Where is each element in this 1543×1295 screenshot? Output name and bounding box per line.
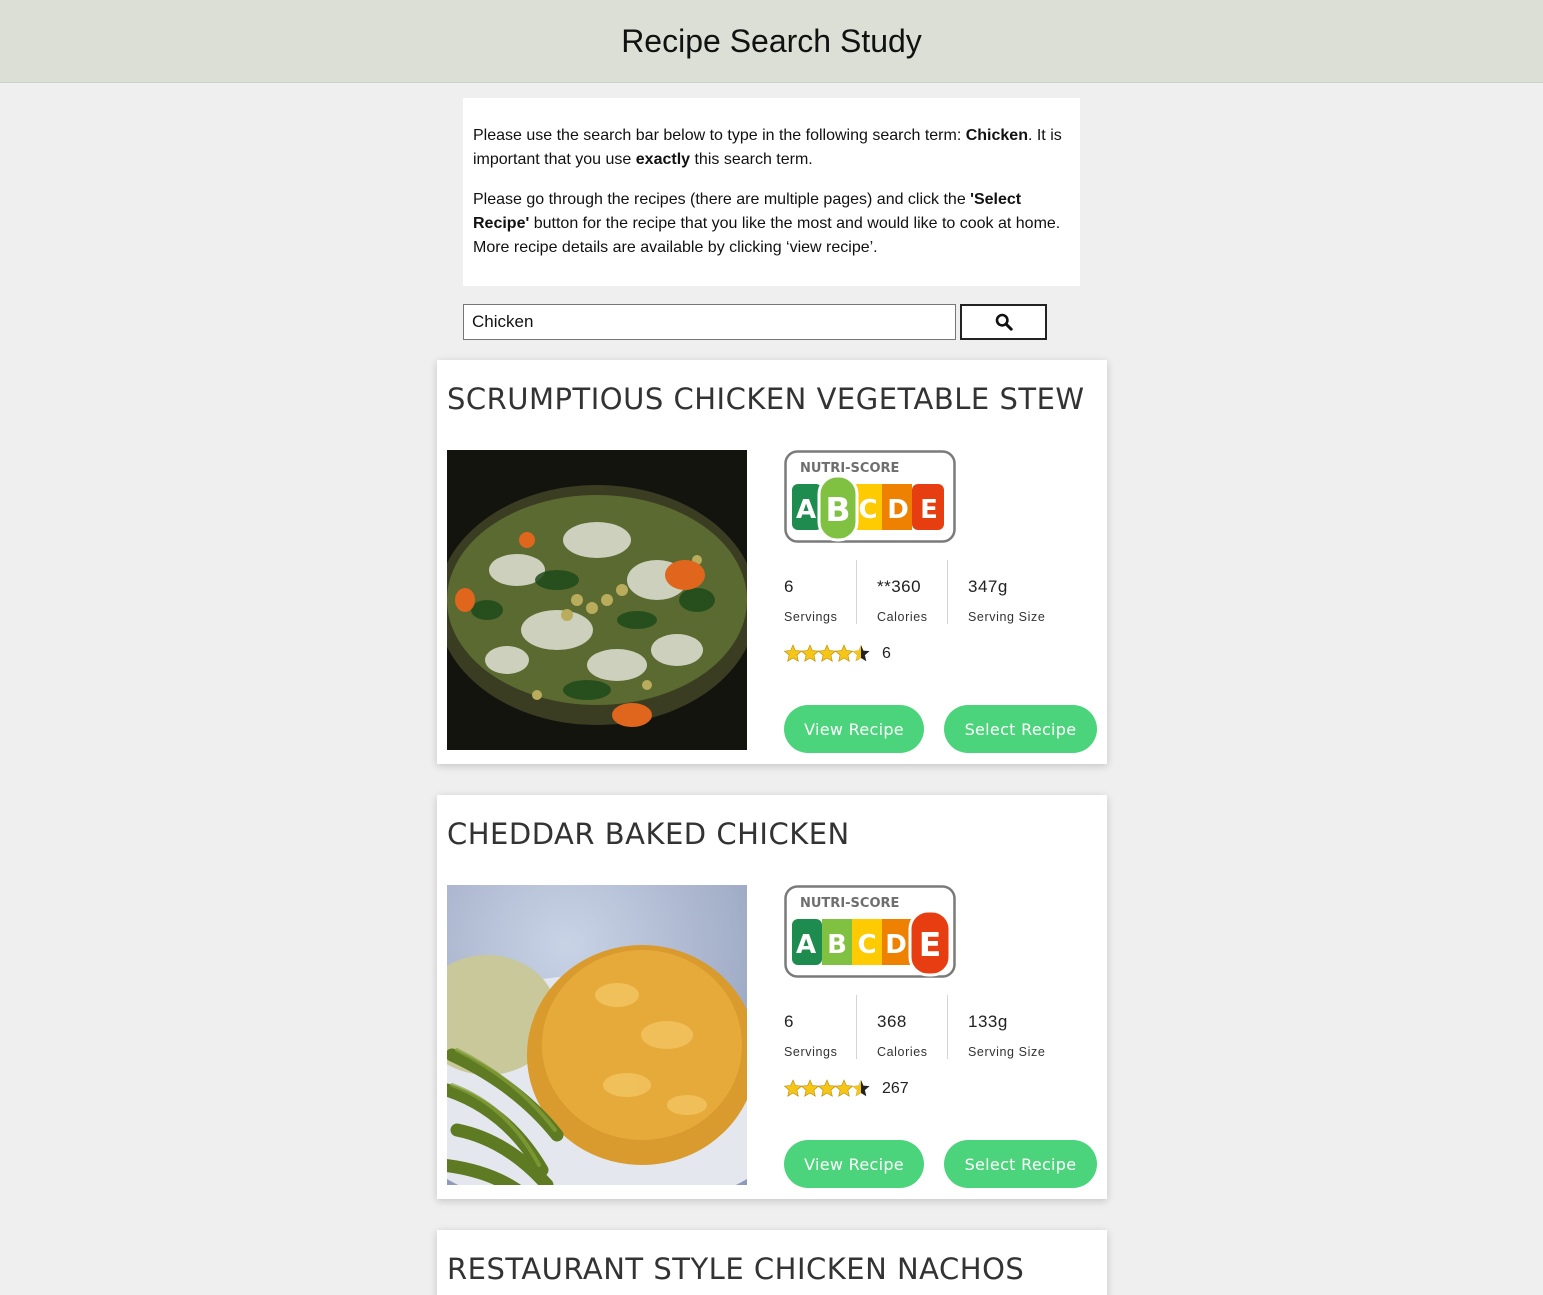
page: Recipe Search Study Please use the searc… (0, 0, 1543, 1295)
svg-text:B: B (825, 490, 850, 529)
recipe-card: SCRUMPTIOUS CHICKEN VEGETABLE STEW NUTRI… (437, 360, 1107, 764)
recipe-image[interactable] (447, 450, 747, 750)
recipe-card: RESTAURANT STYLE CHICKEN NACHOS (437, 1230, 1107, 1295)
recipe-image[interactable] (447, 885, 747, 1185)
exactly-emphasis: exactly (635, 151, 691, 168)
svg-text:A: A (796, 495, 816, 525)
instructions-paragraph-2: Please go through the recipes (there are… (473, 188, 1070, 260)
header-bar: Recipe Search Study (0, 0, 1543, 83)
view-recipe-button[interactable]: View Recipe (784, 705, 924, 753)
instructions-text: Please use the search bar below to type … (473, 127, 966, 144)
view-recipe-button[interactable]: View Recipe (784, 1140, 924, 1188)
serving-size-value: 347g (968, 577, 1008, 596)
svg-text:E: E (919, 925, 942, 964)
calories-label: Calories (877, 1045, 928, 1059)
svg-text:A: A (796, 930, 816, 960)
instructions-text: button for the recipe that you like the … (473, 215, 1061, 256)
servings-label: Servings (784, 610, 838, 624)
instructions-box: Please use the search bar below to type … (463, 98, 1080, 286)
select-recipe-button[interactable]: Select Recipe (944, 1140, 1097, 1188)
recipe-title: SCRUMPTIOUS CHICKEN VEGETABLE STEW (447, 382, 1085, 416)
svg-text:E: E (920, 495, 938, 525)
search-input[interactable] (463, 304, 956, 340)
servings-label: Servings (784, 1045, 838, 1059)
recipe-title: CHEDDAR BAKED CHICKEN (447, 817, 850, 851)
search-term-emphasis: Chicken (965, 127, 1028, 144)
serving-size-label: Serving Size (968, 610, 1046, 624)
search-button[interactable] (960, 304, 1047, 340)
divider (856, 995, 857, 1059)
svg-text:D: D (885, 930, 907, 960)
recipe-title: RESTAURANT STYLE CHICKEN NACHOS (447, 1252, 1025, 1286)
serving-size-label: Serving Size (968, 1045, 1046, 1059)
rating-count: 6 (882, 645, 891, 662)
nutri-score-badge: NUTRI-SCORE A B C D E (784, 450, 956, 546)
servings-value: 6 (784, 577, 794, 596)
star-rating-icon (784, 1079, 870, 1097)
divider (856, 560, 857, 624)
calories-value: **360 (877, 577, 922, 596)
instructions-text: Please go through the recipes (there are… (473, 191, 971, 208)
nutri-score-label: NUTRI-SCORE (800, 896, 899, 911)
rating: 6 (784, 644, 891, 664)
svg-text:C: C (857, 930, 876, 960)
select-recipe-button[interactable]: Select Recipe (944, 705, 1097, 753)
divider (947, 560, 948, 624)
servings-value: 6 (784, 1012, 794, 1031)
calories-value: 368 (877, 1012, 907, 1031)
instructions-text: this search term. (690, 151, 813, 168)
rating: 267 (784, 1079, 909, 1099)
svg-text:B: B (827, 930, 847, 960)
nutri-score-label: NUTRI-SCORE (800, 461, 899, 476)
nutri-score-graphic: NUTRI-SCORE A B C D E (784, 450, 956, 543)
serving-size-value: 133g (968, 1012, 1008, 1031)
rating-count: 267 (882, 1080, 909, 1097)
svg-text:D: D (887, 495, 909, 525)
instructions-paragraph-1: Please use the search bar below to type … (473, 124, 1070, 172)
recipe-stats: 6 Servings **360 Calories 347g Serving S… (784, 560, 1084, 626)
recipe-stats: 6 Servings 368 Calories 133g Serving Siz… (784, 995, 1084, 1061)
svg-text:C: C (858, 495, 877, 525)
recipe-card: CHEDDAR BAKED CHICKEN NUTRI-SCORE A B C … (437, 795, 1107, 1199)
nutri-score-badge: NUTRI-SCORE A B C D E (784, 885, 956, 981)
nutri-score-graphic: NUTRI-SCORE A B C D E (784, 885, 956, 978)
calories-label: Calories (877, 610, 928, 624)
divider (947, 995, 948, 1059)
search-icon (995, 313, 1013, 331)
page-title: Recipe Search Study (621, 22, 922, 59)
star-rating-icon (784, 644, 870, 662)
